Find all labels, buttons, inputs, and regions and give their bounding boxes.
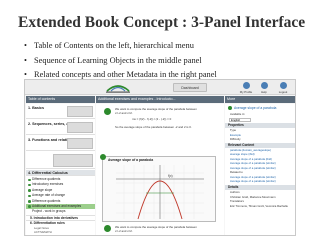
- bullet-text: Table of Contents on the left, hierarchi…: [34, 41, 194, 50]
- related-link[interactable]: Average slope of a parabola (similar): [225, 179, 295, 184]
- example-icon[interactable]: [100, 154, 106, 160]
- slope-formula: ms = (f(2) - f(-2)) / (2 - (-2)) = 0: [132, 117, 172, 121]
- chapter-thumbnail: [67, 138, 93, 149]
- bullet-list: • Table of Contents on the left, hierarch…: [24, 39, 217, 83]
- example-title: Average slope of a parabola: [108, 158, 154, 162]
- bullet-text: Sequence of Learning Objects in the midd…: [34, 55, 202, 65]
- content-header: Additional exercises and examples - Intr…: [96, 96, 224, 103]
- app-screenshot: Dashboard My Profile Help Logout Table o…: [24, 79, 296, 236]
- toc-subitem-label: Difference quotients: [32, 198, 61, 203]
- help-label: Help: [261, 90, 267, 94]
- chapter-thumbnail: [53, 154, 93, 167]
- toc-chapter-differential[interactable]: 4. Differential Calculus: [26, 170, 95, 176]
- toc-subitem-label: Introductory exercises: [32, 182, 64, 187]
- exercise-result: So the average slope of the parabola bet…: [115, 125, 192, 129]
- example-box: Average slope of a parabola f(x): [100, 154, 216, 222]
- toc-chapter-label: 4. Differential Calculus: [28, 170, 68, 175]
- available-in-label: Available in:: [230, 112, 246, 116]
- parabola-plot: f(x): [116, 165, 204, 220]
- item-icon: [228, 106, 232, 110]
- bullet-icon: [28, 200, 31, 203]
- help-button[interactable]: Help: [257, 82, 271, 94]
- toc-header: Table of contents: [26, 96, 95, 103]
- bullet-icon: [28, 194, 31, 198]
- bullet-icon: [28, 178, 31, 181]
- toc-chapter-basics[interactable]: 1. Basics: [26, 104, 95, 119]
- content-panel: We want to compute the average slope of …: [96, 104, 224, 235]
- activemath-logo-icon: [106, 85, 130, 93]
- language-select[interactable]: English: [229, 117, 251, 123]
- toc-subitem[interactable]: Project - work in groups: [26, 209, 95, 214]
- bullet-dot-icon: •: [24, 55, 27, 65]
- toc-subitem-label: Average rate of change: [32, 193, 66, 198]
- bullet-item: • Table of Contents on the left, hierarch…: [24, 39, 217, 54]
- chapter-thumbnail: [67, 122, 93, 133]
- toc-panel: 1. Basics 2. Sequences, series, and limi…: [26, 104, 95, 235]
- bullet-icon: [28, 205, 31, 208]
- current-item-label: Average slope of a parabola: [234, 106, 277, 110]
- toc-subitem-label: Additional exercises and examples: [32, 203, 82, 208]
- toc-chapter-sequences[interactable]: 2. Sequences, series, and limits: [26, 120, 95, 135]
- more-header: More: [225, 96, 295, 103]
- curve-label: f(x): [168, 174, 173, 178]
- legal-notes: Legal Notes ACTIVEMATH: [34, 226, 52, 234]
- my-profile-label: My Profile: [239, 90, 253, 94]
- dashboard-button[interactable]: Dashboard: [173, 83, 207, 92]
- app-toolbar: Dashboard My Profile Help Logout: [25, 80, 295, 95]
- help-icon: [260, 82, 268, 89]
- toc-chapter-label: 1. Basics: [28, 106, 44, 110]
- toc-subitem-label: Average slope: [32, 187, 53, 192]
- bullet-dot-icon: •: [24, 41, 27, 50]
- footer-brand: ACTIVEMATH: [34, 229, 52, 234]
- bullet-item: • Sequence of Learning Objects in the mid…: [24, 54, 217, 69]
- my-profile-button[interactable]: My Profile: [239, 82, 253, 94]
- toc-subitem-label: Difference quotients: [32, 177, 61, 181]
- profile-icon: [242, 82, 250, 89]
- exercise-interval: x=-2 and x=2.: [115, 229, 133, 233]
- property-item: Difficulty: [230, 137, 241, 142]
- toc-subitem-label: Project - work in groups: [32, 209, 66, 214]
- chapter-thumbnail: [67, 106, 93, 117]
- logout-button[interactable]: Logout: [276, 82, 290, 94]
- translators-value: Eric Timmons, Tilman Groß, Veronica Rach…: [230, 203, 288, 208]
- logout-icon: [279, 82, 287, 89]
- language-value: English: [231, 117, 241, 122]
- toc-chapter-graph-thumb: [26, 152, 95, 169]
- toc-chapter-functions[interactable]: 3. Functions and relations: [26, 136, 95, 151]
- bullet-icon: [28, 189, 31, 192]
- exercise-icon[interactable]: [104, 225, 111, 232]
- logout-label: Logout: [278, 90, 288, 94]
- exercise-icon[interactable]: [104, 108, 111, 115]
- current-item-link[interactable]: Average slope of a parabola: [225, 104, 295, 112]
- more-panel: Average slope of a parabola Available in…: [225, 104, 295, 235]
- bullet-icon: [28, 183, 31, 187]
- exercise-interval: x=-2 and x=2.: [115, 111, 133, 115]
- toc-sublist: Difference quotients Introductory exerci…: [26, 177, 95, 226]
- toc-chapter-rules[interactable]: 6. Differentiation rules: [26, 220, 95, 225]
- slide-title: Extended Book Concept : 3-Panel Interfac…: [18, 14, 306, 31]
- bullet-text: Related concepts and other Metadata in t…: [34, 70, 217, 79]
